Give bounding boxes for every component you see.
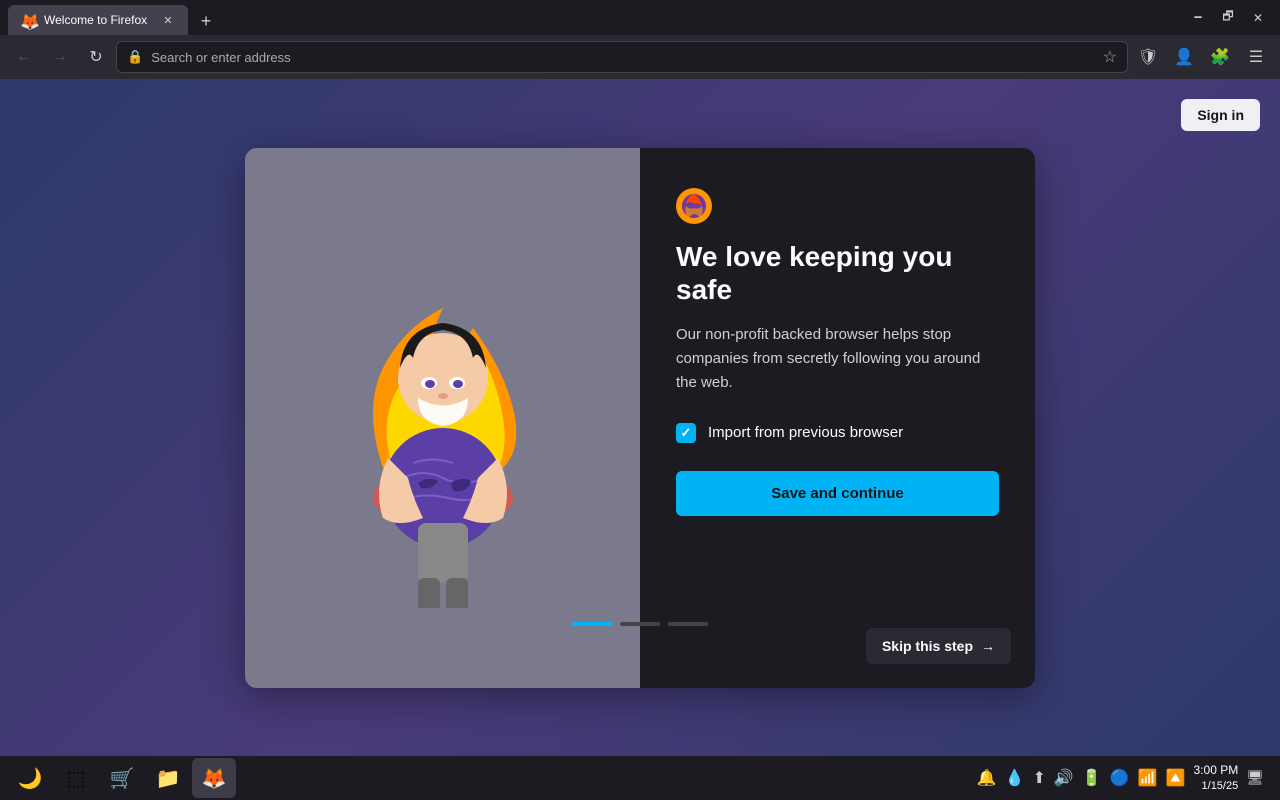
extensions-icon[interactable]: 🧩 [1204,41,1236,73]
save-continue-button[interactable]: Save and continue [676,471,999,516]
taskbar-date: 1/15/25 [1194,779,1239,793]
taskbar-files-app[interactable]: 📁 [146,758,190,798]
firefox-logo [676,188,712,224]
pocket-icon[interactable]: 🛡 [1132,41,1164,73]
lock-icon: 🔒 [127,49,143,65]
progress-indicators [245,622,1035,626]
forward-button[interactable]: → [44,41,76,73]
card-content-panel: We love keeping you safe Our non-profit … [640,148,1035,688]
new-tab-button[interactable]: + [192,7,220,35]
upload-icon[interactable]: ⬆ [1033,768,1046,788]
steam-icon[interactable]: 💧 [1005,768,1025,788]
close-button[interactable]: ✕ [1244,4,1272,32]
sign-in-button[interactable]: Sign in [1181,99,1260,131]
profile-icon[interactable]: 👤 [1168,41,1200,73]
bluetooth-icon[interactable]: 🔵 [1110,768,1130,788]
progress-dot-3 [668,622,708,626]
wifi-icon[interactable]: 📶 [1138,768,1158,788]
show-desktop-icon[interactable]: 🖥 [1246,769,1264,786]
active-tab[interactable]: 🦊 Welcome to Firefox ✕ [8,5,188,35]
restore-button[interactable]: 🗗 [1214,4,1242,32]
address-input[interactable] [151,50,1094,65]
minimize-button[interactable]: 🗕 [1184,4,1212,32]
taskbar-time: 3:00 PM [1194,763,1239,779]
taskbar-firefox-app[interactable]: 🦊 [192,758,236,798]
skip-step-button[interactable]: Skip this step → [866,628,1011,664]
title-bar: 🦊 Welcome to Firefox ✕ + 🗕 🗗 ✕ [0,0,1280,35]
skip-step-label: Skip this step [882,638,973,654]
skip-arrow-icon: → [981,638,995,654]
menu-icon[interactable]: ☰ [1240,41,1272,73]
address-bar[interactable]: 🔒 ☆ [116,41,1128,73]
taskbar-task-view[interactable]: ⬚ [54,758,98,798]
import-checkbox[interactable] [676,423,696,443]
taskbar: 🌙 ⬚ 🛒 📁 🦊 🔔 💧 ⬆ 🔊 🔋 🔵 📶 🔼 3:00 PM 1/15/2… [0,756,1280,800]
tab-close-button[interactable]: ✕ [160,12,176,28]
import-checkbox-row: Import from previous browser [676,423,999,443]
progress-dot-2 [620,622,660,626]
back-button[interactable]: ← [8,41,40,73]
taskbar-clock[interactable]: 3:00 PM 1/15/25 [1194,763,1239,793]
window-controls: 🗕 🗗 ✕ [1184,4,1272,32]
import-checkbox-label[interactable]: Import from previous browser [708,424,903,441]
card-illustration-panel [245,148,640,688]
taskbar-store-app[interactable]: 🛒 [100,758,144,798]
tab-strip: 🦊 Welcome to Firefox ✕ + [8,0,1180,35]
taskbar-start-button[interactable]: 🌙 [8,758,52,798]
taskbar-apps: 🌙 ⬚ 🛒 📁 🦊 [8,758,975,798]
taskbar-tray: 🔔 💧 ⬆ 🔊 🔋 🔵 📶 🔼 3:00 PM 1/15/25 🖥 [977,763,1272,793]
card-description: Our non-profit backed browser helps stop… [676,323,999,395]
browser-content: Sign in [0,79,1280,756]
battery-icon[interactable]: 🔋 [1082,768,1102,788]
card-heading: We love keeping you safe [676,240,999,307]
bookmark-star-icon[interactable]: ☆ [1103,47,1117,67]
refresh-button[interactable]: ↻ [80,41,112,73]
tab-favicon: 🦊 [20,12,36,28]
tab-title: Welcome to Firefox [44,13,152,27]
welcome-card: We love keeping you safe Our non-profit … [245,148,1035,688]
progress-dot-1 [572,622,612,626]
expand-tray-icon[interactable]: 🔼 [1166,768,1186,788]
nav-right-icons: 🛡 👤 🧩 ☰ [1132,41,1272,73]
navigation-bar: ← → ↻ 🔒 ☆ 🛡 👤 🧩 ☰ [0,35,1280,79]
notification-icon[interactable]: 🔔 [977,768,997,788]
volume-icon[interactable]: 🔊 [1054,768,1074,788]
firefox-mascot-illustration [303,228,583,608]
